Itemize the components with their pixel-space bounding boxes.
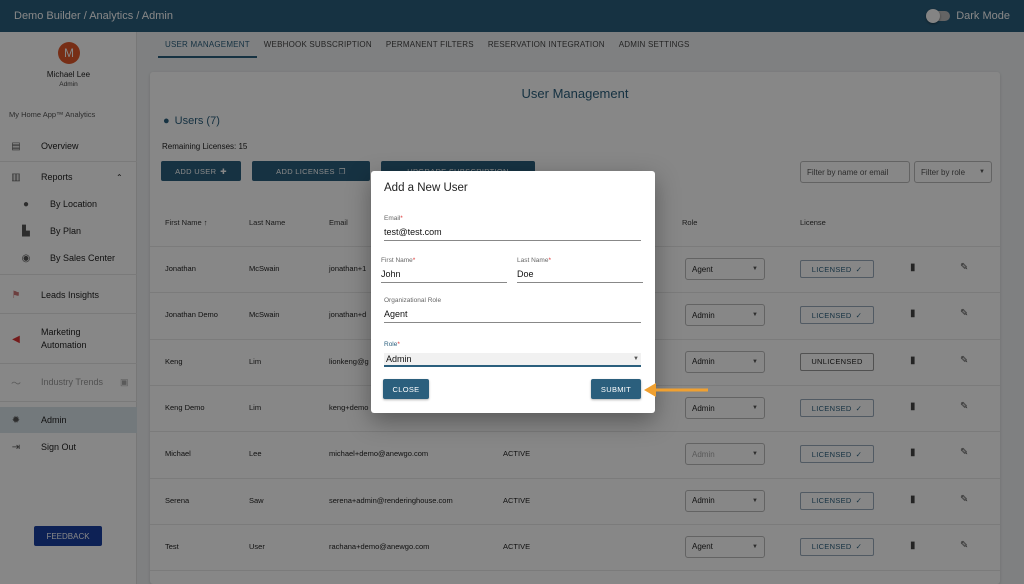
email-field[interactable]: Email* test@test.com: [384, 215, 641, 241]
add-user-dialog: Add a New User Email* test@test.com Firs…: [371, 171, 655, 413]
role-field[interactable]: Role* Admin ▼: [384, 341, 641, 367]
role-select-value: Admin: [386, 354, 412, 364]
email-input[interactable]: test@test.com: [384, 227, 641, 241]
role-select[interactable]: Admin ▼: [384, 353, 641, 367]
dropdown-arrow-icon: ▼: [633, 356, 639, 362]
last-name-input[interactable]: Doe: [517, 269, 643, 283]
first-name-field[interactable]: First Name* John: [381, 257, 507, 283]
last-name-field[interactable]: Last Name* Doe: [517, 257, 643, 283]
close-button[interactable]: CLOSE: [383, 379, 429, 399]
dialog-title: Add a New User: [384, 182, 468, 194]
organizational-role-input[interactable]: Agent: [384, 309, 641, 323]
callout-arrow-icon: [644, 383, 708, 397]
submit-button[interactable]: SUBMIT: [591, 379, 641, 399]
first-name-input[interactable]: John: [381, 269, 507, 283]
organizational-role-field[interactable]: Organizational Role Agent: [384, 297, 641, 323]
